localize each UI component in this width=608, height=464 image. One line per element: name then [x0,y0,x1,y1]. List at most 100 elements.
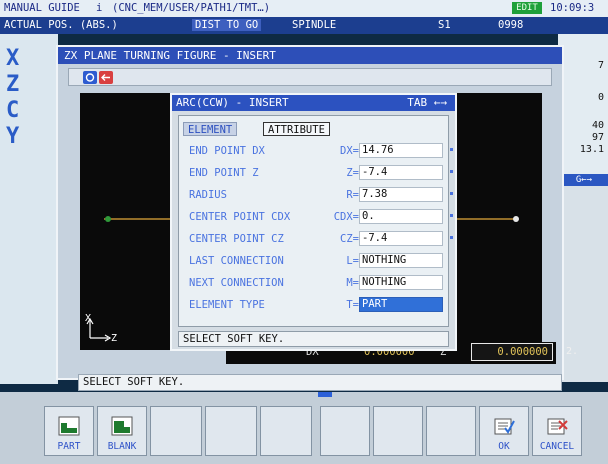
field-prefix: Z= [346,167,359,179]
ok-icon [494,418,515,435]
axis-panel: X Z C Y [0,34,58,384]
dialog-message: SELECT SOFT KEY. [178,331,449,347]
empty-softkey[interactable] [426,406,476,456]
field-prefix: R= [346,189,359,201]
window-title: ZX PLANE TURNING FIGURE - INSERT [58,47,562,64]
blank-softkey[interactable]: BLANK [97,406,147,456]
clock: 10:09:3 [550,2,595,14]
part-softkey[interactable]: PART [44,406,94,456]
status-bar: ACTUAL POS. (ABS.) DIST TO GO SPINDLE S1… [0,17,608,34]
field-marker-icon [450,170,453,173]
field-label: END POINT DX [189,145,265,157]
program-path: (CNC_MEM/USER/PATH1/TMT…) [112,2,271,14]
end-point-marker [513,216,519,222]
field-row-radius: RADIUS R= 7.38 [185,187,453,203]
edit-mode-badge: EDIT [512,2,542,14]
z-value: 0.000000 [497,346,548,358]
ok-softkey[interactable]: OK [479,406,529,456]
tab-switch-hint[interactable]: TAB ←→ [407,95,447,111]
window-toolbar [68,68,552,86]
bg-value: 0 [597,92,604,103]
field-prefix: T= [346,299,359,311]
empty-softkey[interactable] [260,406,312,456]
field-row-center-point-cz: CENTER POINT CZ CZ= -7.4 [185,231,453,247]
softkey-label: OK [498,441,510,452]
axis-x-label: X [6,46,20,71]
z-value-box: 0.000000 [471,343,553,361]
field-row-center-point-cdx: CENTER POINT CDX CDX= 0. [185,209,453,225]
field-prefix: M= [346,277,359,289]
field-row-element-type: ELEMENT TYPE T= PART [185,297,447,313]
spindle-label: SPINDLE [292,19,337,31]
field-prefix: CDX= [333,211,359,223]
tab-attribute[interactable]: ATTRIBUTE [263,122,330,136]
tab-element[interactable]: ELEMENT [183,122,238,136]
mode-label: MANUAL GUIDE [4,2,80,14]
end-point-z-input[interactable]: -7.4 [359,165,443,180]
field-label: CENTER POINT CZ [189,233,284,245]
softkey-label: PART [57,441,81,452]
center-point-cz-input[interactable]: -7.4 [359,231,443,246]
empty-softkey[interactable] [320,406,370,456]
back-arrow-icon[interactable] [99,71,113,84]
element-type-field[interactable]: PART [359,297,443,312]
field-prefix: CZ= [340,233,359,245]
axis-y-label: Y [6,124,20,149]
field-row-end-point-z: END POINT Z Z= -7.4 [185,165,453,181]
canvas-x-label: X [85,313,92,324]
position-mode: ACTUAL POS. (ABS.) [4,19,118,31]
canvas-z-label: Z [111,333,118,344]
softkey-label: BLANK [107,441,137,452]
field-marker-icon [450,148,453,151]
softkey-page-indicator [318,392,332,397]
field-label: NEXT CONNECTION [189,277,284,289]
blank-icon [111,416,133,436]
mode-suffix: i [96,2,103,14]
empty-softkey[interactable] [373,406,423,456]
end-point-dx-input[interactable]: 14.76 [359,143,443,158]
arc-insert-dialog: ARC(CCW) - INSERT TAB ←→ ELEMENT ATTRIBU… [170,93,457,351]
field-marker-icon [450,236,453,239]
background-strip: 2. [562,186,608,382]
bg-value: 97 [591,132,604,143]
background-tab[interactable]: G←→ [560,174,608,186]
field-label: ELEMENT TYPE [189,299,265,311]
field-label: CENTER POINT CDX [189,211,291,223]
center-point-cdx-input[interactable]: 0. [359,209,443,224]
spindle-value: 0998 [498,19,524,31]
part-icon [58,416,80,436]
cancel-softkey[interactable]: CANCEL [532,406,582,456]
field-marker-icon [450,214,453,217]
bg-value: 40 [591,120,604,131]
cancel-icon [547,418,568,435]
origin-marker [105,216,111,222]
field-prefix: L= [346,255,359,267]
field-label: LAST CONNECTION [189,255,284,267]
dist-to-go-label: DIST TO GO [192,19,262,31]
empty-softkey[interactable] [205,406,257,456]
bg-value: 7 [597,60,604,71]
next-connection-field[interactable]: NOTHING [359,275,443,290]
axis-z-label: Z [6,72,20,97]
field-row-end-point-dx: END POINT DX DX= 14.76 [185,143,453,159]
message-line: SELECT SOFT KEY. [78,374,562,391]
background-values-panel: 7 0 40 97 13.1 [558,34,608,174]
field-prefix: DX= [340,145,359,157]
empty-softkey[interactable] [150,406,202,456]
last-connection-field[interactable]: NOTHING [359,253,443,268]
dialog-title-text: ARC(CCW) - INSERT [176,96,289,109]
bg-value: 13.1 [579,144,604,155]
axis-c-label: C [6,98,20,123]
field-row-next-connection: NEXT CONNECTION M= NOTHING [185,275,447,291]
zoom-icon[interactable] [83,71,97,84]
system-title-bar: MANUAL GUIDE i (CNC_MEM/USER/PATH1/TMT…)… [0,0,608,17]
field-row-last-connection: LAST CONNECTION L= NOTHING [185,253,447,269]
softkey-label: CANCEL [539,441,575,452]
spindle-id: S1 [438,19,451,31]
bg-value: 2. [566,346,579,357]
dialog-body: ELEMENT ATTRIBUTE END POINT DX DX= 14.76… [178,115,453,327]
dialog-title: ARC(CCW) - INSERT TAB ←→ [172,95,455,111]
field-label: END POINT Z [189,167,259,179]
radius-input[interactable]: 7.38 [359,187,443,202]
field-marker-icon [450,192,453,195]
